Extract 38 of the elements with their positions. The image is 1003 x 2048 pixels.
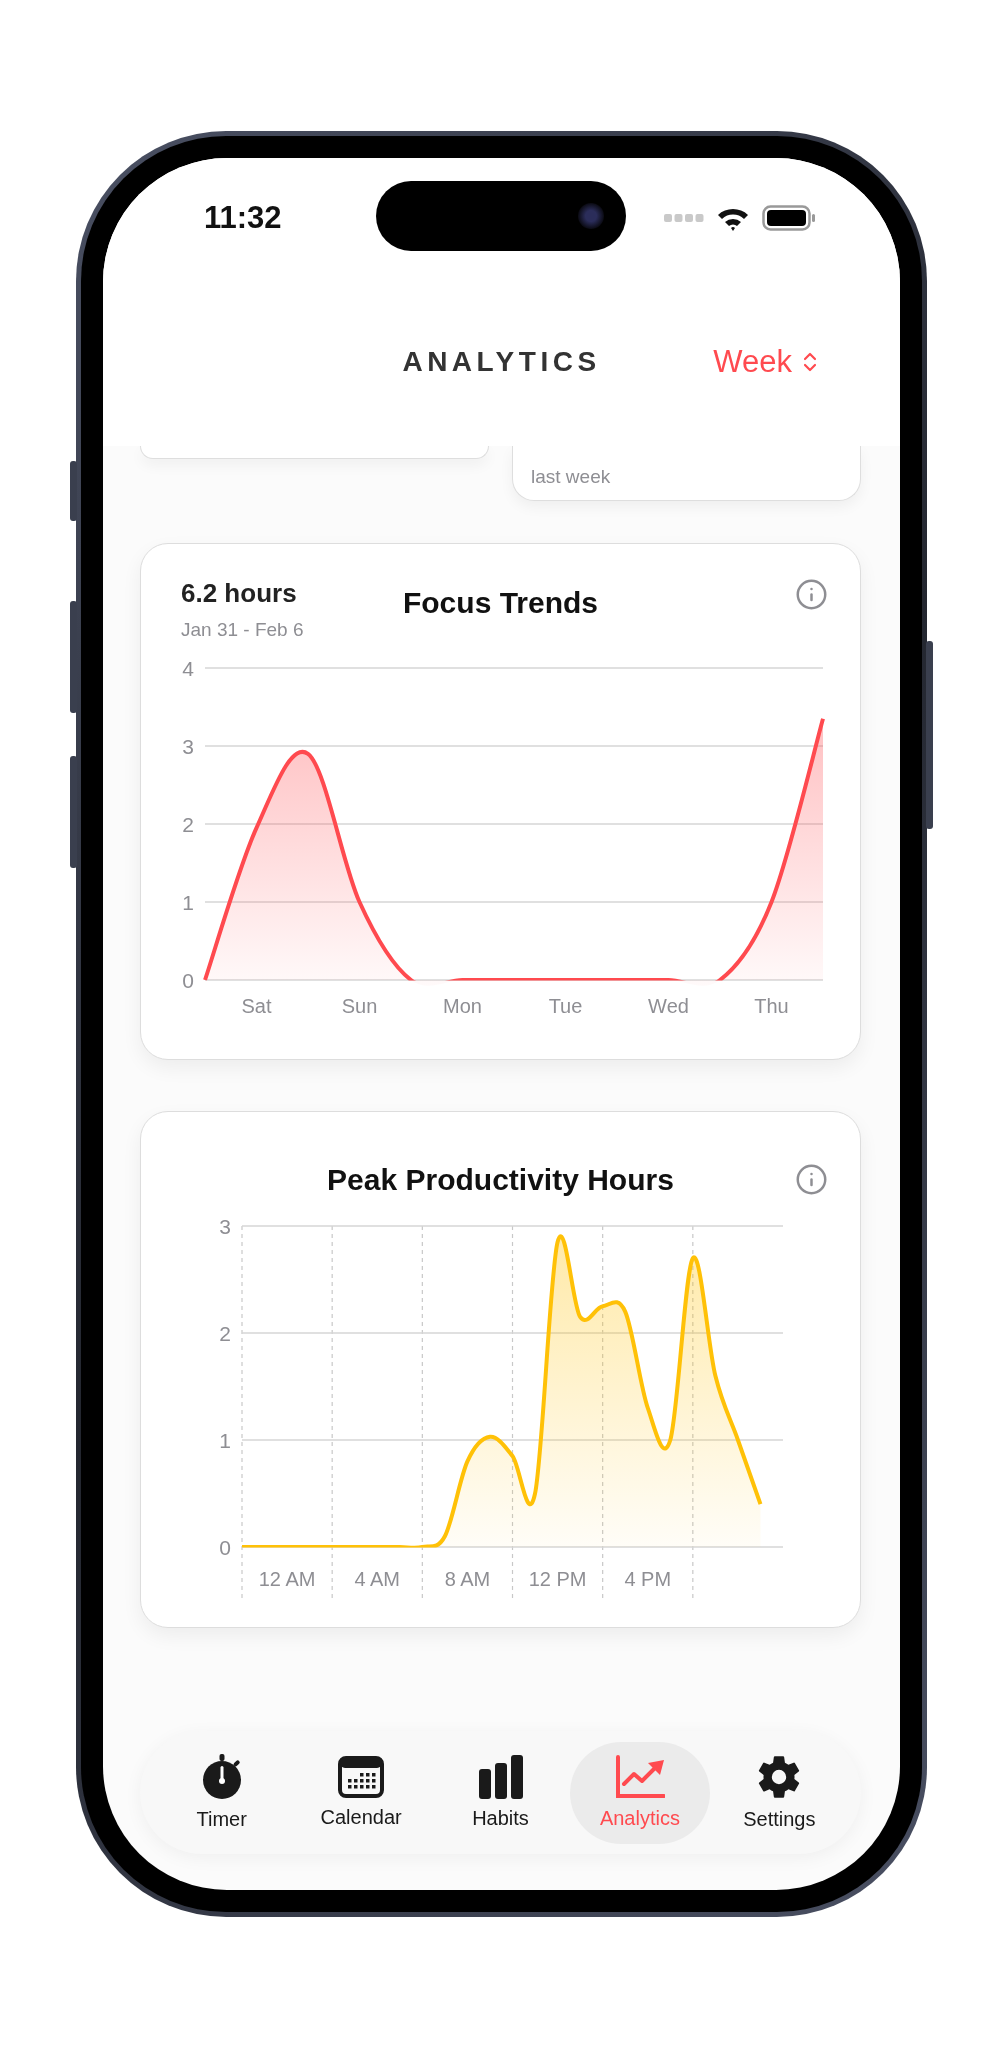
y-axis-label: 4 bbox=[182, 657, 194, 680]
card-title: Focus Trends bbox=[402, 585, 598, 620]
info-button[interactable] bbox=[795, 1163, 828, 1196]
bar-chart-icon bbox=[477, 1755, 524, 1799]
x-axis-label: Sat bbox=[241, 995, 272, 1017]
x-axis-label: Sun bbox=[341, 995, 378, 1017]
calendar-icon bbox=[338, 1756, 385, 1798]
x-axis-label: Wed bbox=[648, 995, 689, 1017]
status-time: 11:32 bbox=[204, 200, 282, 236]
y-axis-label: 2 bbox=[182, 813, 194, 836]
x-axis-label: Mon bbox=[443, 995, 482, 1017]
x-axis-label: 12 PM bbox=[528, 1568, 587, 1590]
card-caption: last week bbox=[531, 466, 611, 488]
battery-icon bbox=[762, 205, 816, 231]
y-axis-label: 2 bbox=[219, 1322, 231, 1345]
info-button[interactable] bbox=[795, 578, 828, 611]
x-axis-label: 8 AM bbox=[444, 1568, 491, 1590]
tab[interactable]: Calendar bbox=[291, 1741, 431, 1844]
signal-icon bbox=[664, 213, 704, 223]
x-axis-label: 4 PM bbox=[624, 1568, 672, 1590]
y-axis-label: 3 bbox=[219, 1217, 231, 1238]
tab[interactable]: Timer bbox=[152, 1741, 292, 1844]
page-title: ANALYTICS bbox=[402, 346, 601, 378]
trend-chart-icon bbox=[614, 1755, 665, 1799]
date-range: Jan 31 - Feb 6 bbox=[181, 619, 305, 641]
card-title: Peak Productivity Hours bbox=[327, 1162, 674, 1197]
y-axis-label: 0 bbox=[182, 969, 194, 992]
x-axis-label: 4 AM bbox=[354, 1568, 401, 1590]
tab[interactable]: Habits bbox=[430, 1741, 571, 1844]
y-axis-label: 1 bbox=[182, 891, 194, 914]
x-axis-label: 12 AM bbox=[258, 1568, 316, 1590]
x-axis-label: Thu bbox=[754, 995, 789, 1017]
y-axis-label: 0 bbox=[219, 1536, 231, 1559]
y-axis-label: 1 bbox=[219, 1429, 231, 1452]
y-axis-label: 3 bbox=[182, 735, 194, 758]
total-hours: 6.2 hours bbox=[181, 578, 298, 609]
tab[interactable]: Settings bbox=[709, 1741, 850, 1844]
x-axis-label: Tue bbox=[548, 995, 583, 1017]
